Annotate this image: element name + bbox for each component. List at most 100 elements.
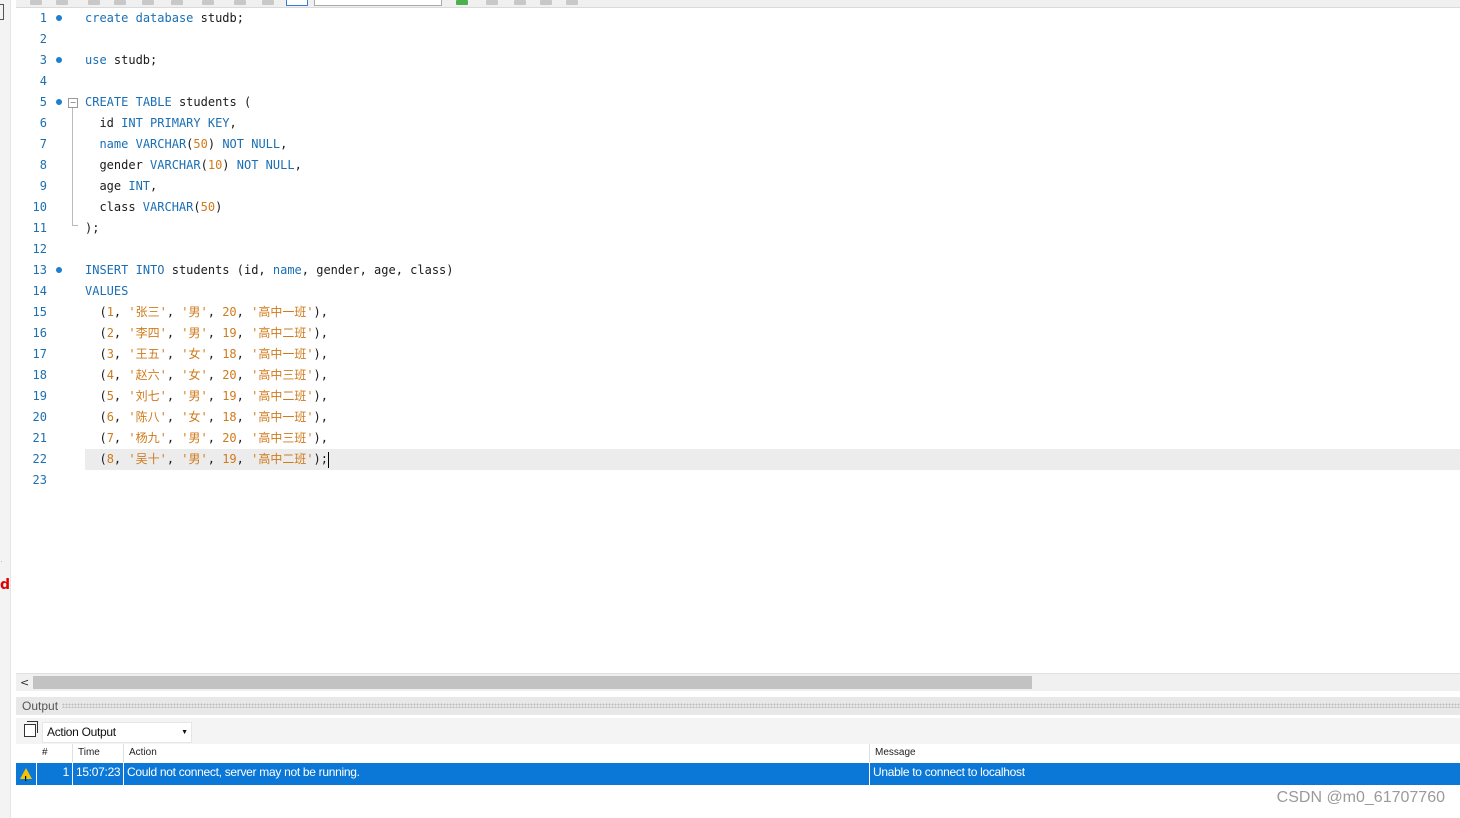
table-row[interactable]: ! 1 15:07:23 Could not connect, server m…	[16, 763, 1460, 785]
code-text[interactable]: (4, '赵六', '女', 20, '高中三班'),	[85, 365, 1460, 386]
toolbar-icon[interactable]	[540, 0, 552, 5]
toolbar-icon[interactable]	[456, 0, 468, 5]
code-text[interactable]	[85, 239, 1460, 260]
code-text[interactable]: (2, '李四', '男', 19, '高中二班'),	[85, 323, 1460, 344]
scrollbar-thumb[interactable]	[33, 676, 1032, 689]
code-line[interactable]: 19 (5, '刘七', '男', 19, '高中二班'),	[16, 386, 1460, 407]
output-type-select[interactable]: Action Output ▼	[42, 722, 192, 743]
code-line[interactable]: 21 (7, '杨九', '男', 20, '高中三班'),	[16, 428, 1460, 449]
copy-icon[interactable]	[24, 721, 38, 737]
status-cell: !	[16, 763, 36, 785]
toolbar-icon[interactable]	[142, 0, 154, 5]
toolbar-icon[interactable]	[566, 0, 578, 5]
column-header-action[interactable]: Action	[123, 744, 869, 762]
toolbar-toggle-button[interactable]	[286, 0, 308, 6]
code-line[interactable]: 1 create database studb;	[16, 8, 1460, 29]
line-number: 15	[32, 305, 47, 319]
code-line[interactable]: 5 CREATE TABLE students (	[16, 92, 1460, 113]
code-line[interactable]: 8 gender VARCHAR(10) NOT NULL,	[16, 155, 1460, 176]
panel-bracket	[0, 4, 4, 20]
line-number: 19	[32, 389, 47, 403]
code-line[interactable]: 2	[16, 29, 1460, 50]
watermark: CSDN @m0_61707760	[1276, 789, 1445, 806]
line-number: 17	[32, 347, 47, 361]
code-line[interactable]: 9 age INT,	[16, 176, 1460, 197]
line-number: 23	[32, 473, 47, 487]
code-line[interactable]: 11);	[16, 218, 1460, 239]
toolbar-icon[interactable]	[88, 0, 100, 5]
line-number: 12	[32, 242, 47, 256]
line-number: 9	[39, 179, 47, 193]
output-title: Output	[22, 699, 59, 713]
code-text[interactable]: age INT,	[85, 176, 1460, 197]
code-line[interactable]: 20 (6, '陈八', '女', 18, '高中一班'),	[16, 407, 1460, 428]
horizontal-scrollbar[interactable]: <	[16, 673, 1460, 691]
code-text[interactable]: (8, '吴十', '男', 19, '高中二班');	[85, 449, 1460, 470]
sql-editor[interactable]: 1 create database studb; 2 3 use studb; 4 5 CRE…	[16, 8, 1460, 672]
statement-marker-icon	[56, 57, 62, 63]
code-text[interactable]: gender VARCHAR(10) NOT NULL,	[85, 155, 1460, 176]
text-cursor	[328, 451, 329, 468]
code-text[interactable]: (1, '张三', '男', 20, '高中一班'),	[85, 302, 1460, 323]
code-line[interactable]: 23	[16, 470, 1460, 491]
code-text[interactable]: (6, '陈八', '女', 18, '高中一班'),	[85, 407, 1460, 428]
statement-marker-icon	[56, 99, 62, 105]
code-text[interactable]: use studb;	[85, 50, 1460, 71]
line-number: 10	[32, 200, 47, 214]
row-time: 15:07:23	[72, 763, 123, 785]
code-text[interactable]: id INT PRIMARY KEY,	[85, 113, 1460, 134]
code-line[interactable]: 14 VALUES	[16, 281, 1460, 302]
code-text[interactable]: class VARCHAR(50)	[85, 197, 1460, 218]
code-text[interactable]	[85, 29, 1460, 50]
column-header-message[interactable]: Message	[869, 744, 1460, 762]
code-line[interactable]: 13 INSERT INTO students (id, name, gender…	[16, 260, 1460, 281]
row-number: 1	[36, 763, 72, 785]
column-header-num[interactable]: #	[36, 744, 72, 762]
code-text[interactable]: CREATE TABLE students (	[85, 92, 1460, 113]
toolbar-icon[interactable]	[202, 0, 214, 5]
fold-guide	[72, 108, 73, 224]
code-text[interactable]	[85, 71, 1460, 92]
code-line[interactable]: 4	[16, 71, 1460, 92]
toolbar-limit-dropdown[interactable]	[314, 0, 442, 6]
output-toolbar: Action Output ▼	[16, 718, 1460, 744]
toolbar-icon[interactable]	[114, 0, 126, 5]
code-text[interactable]	[85, 470, 1460, 491]
code-text[interactable]: (7, '杨九', '男', 20, '高中三班'),	[85, 428, 1460, 449]
toolbar-icon[interactable]	[56, 0, 68, 5]
code-text[interactable]: );	[85, 218, 1460, 239]
statement-marker-icon	[56, 267, 62, 273]
statement-marker-icon	[56, 15, 62, 21]
scroll-left-icon[interactable]: <	[20, 674, 29, 691]
toolbar-icon[interactable]	[514, 0, 526, 5]
fold-toggle-icon[interactable]: −	[68, 98, 78, 108]
code-line[interactable]: 22 (8, '吴十', '男', 19, '高中二班');	[16, 449, 1460, 470]
code-line[interactable]: 10 class VARCHAR(50)	[16, 197, 1460, 218]
column-header-time[interactable]: Time	[72, 744, 123, 762]
warning-icon: !	[20, 768, 32, 783]
line-number: 22	[32, 452, 47, 466]
code-line[interactable]: 3 use studb;	[16, 50, 1460, 71]
code-line[interactable]: 7 name VARCHAR(50) NOT NULL,	[16, 134, 1460, 155]
chevron-down-icon[interactable]: ▼	[181, 723, 188, 742]
code-text[interactable]: (5, '刘七', '男', 19, '高中二班'),	[85, 386, 1460, 407]
code-text[interactable]: (3, '王五', '女', 18, '高中一班'),	[85, 344, 1460, 365]
code-line[interactable]: 17 (3, '王五', '女', 18, '高中一班'),	[16, 344, 1460, 365]
code-text[interactable]: VALUES	[85, 281, 1460, 302]
line-number: 1	[39, 11, 47, 25]
code-line[interactable]: 12	[16, 239, 1460, 260]
output-panel-header: Output	[16, 697, 1460, 715]
code-text[interactable]: create database studb;	[85, 8, 1460, 29]
toolbar-icon[interactable]	[171, 0, 183, 5]
code-line[interactable]: 6 id INT PRIMARY KEY,	[16, 113, 1460, 134]
toolbar-icon[interactable]	[486, 0, 498, 5]
code-line[interactable]: 18 (4, '赵六', '女', 20, '高中三班'),	[16, 365, 1460, 386]
panel-grip[interactable]	[62, 703, 1460, 708]
code-line[interactable]: 15 (1, '张三', '男', 20, '高中一班'),	[16, 302, 1460, 323]
toolbar-icon[interactable]	[234, 0, 246, 5]
code-text[interactable]: INSERT INTO students (id, name, gender, …	[85, 260, 1460, 281]
code-text[interactable]: name VARCHAR(50) NOT NULL,	[85, 134, 1460, 155]
toolbar-icon[interactable]	[262, 0, 274, 5]
toolbar-icon[interactable]	[30, 0, 42, 5]
code-line[interactable]: 16 (2, '李四', '男', 19, '高中二班'),	[16, 323, 1460, 344]
